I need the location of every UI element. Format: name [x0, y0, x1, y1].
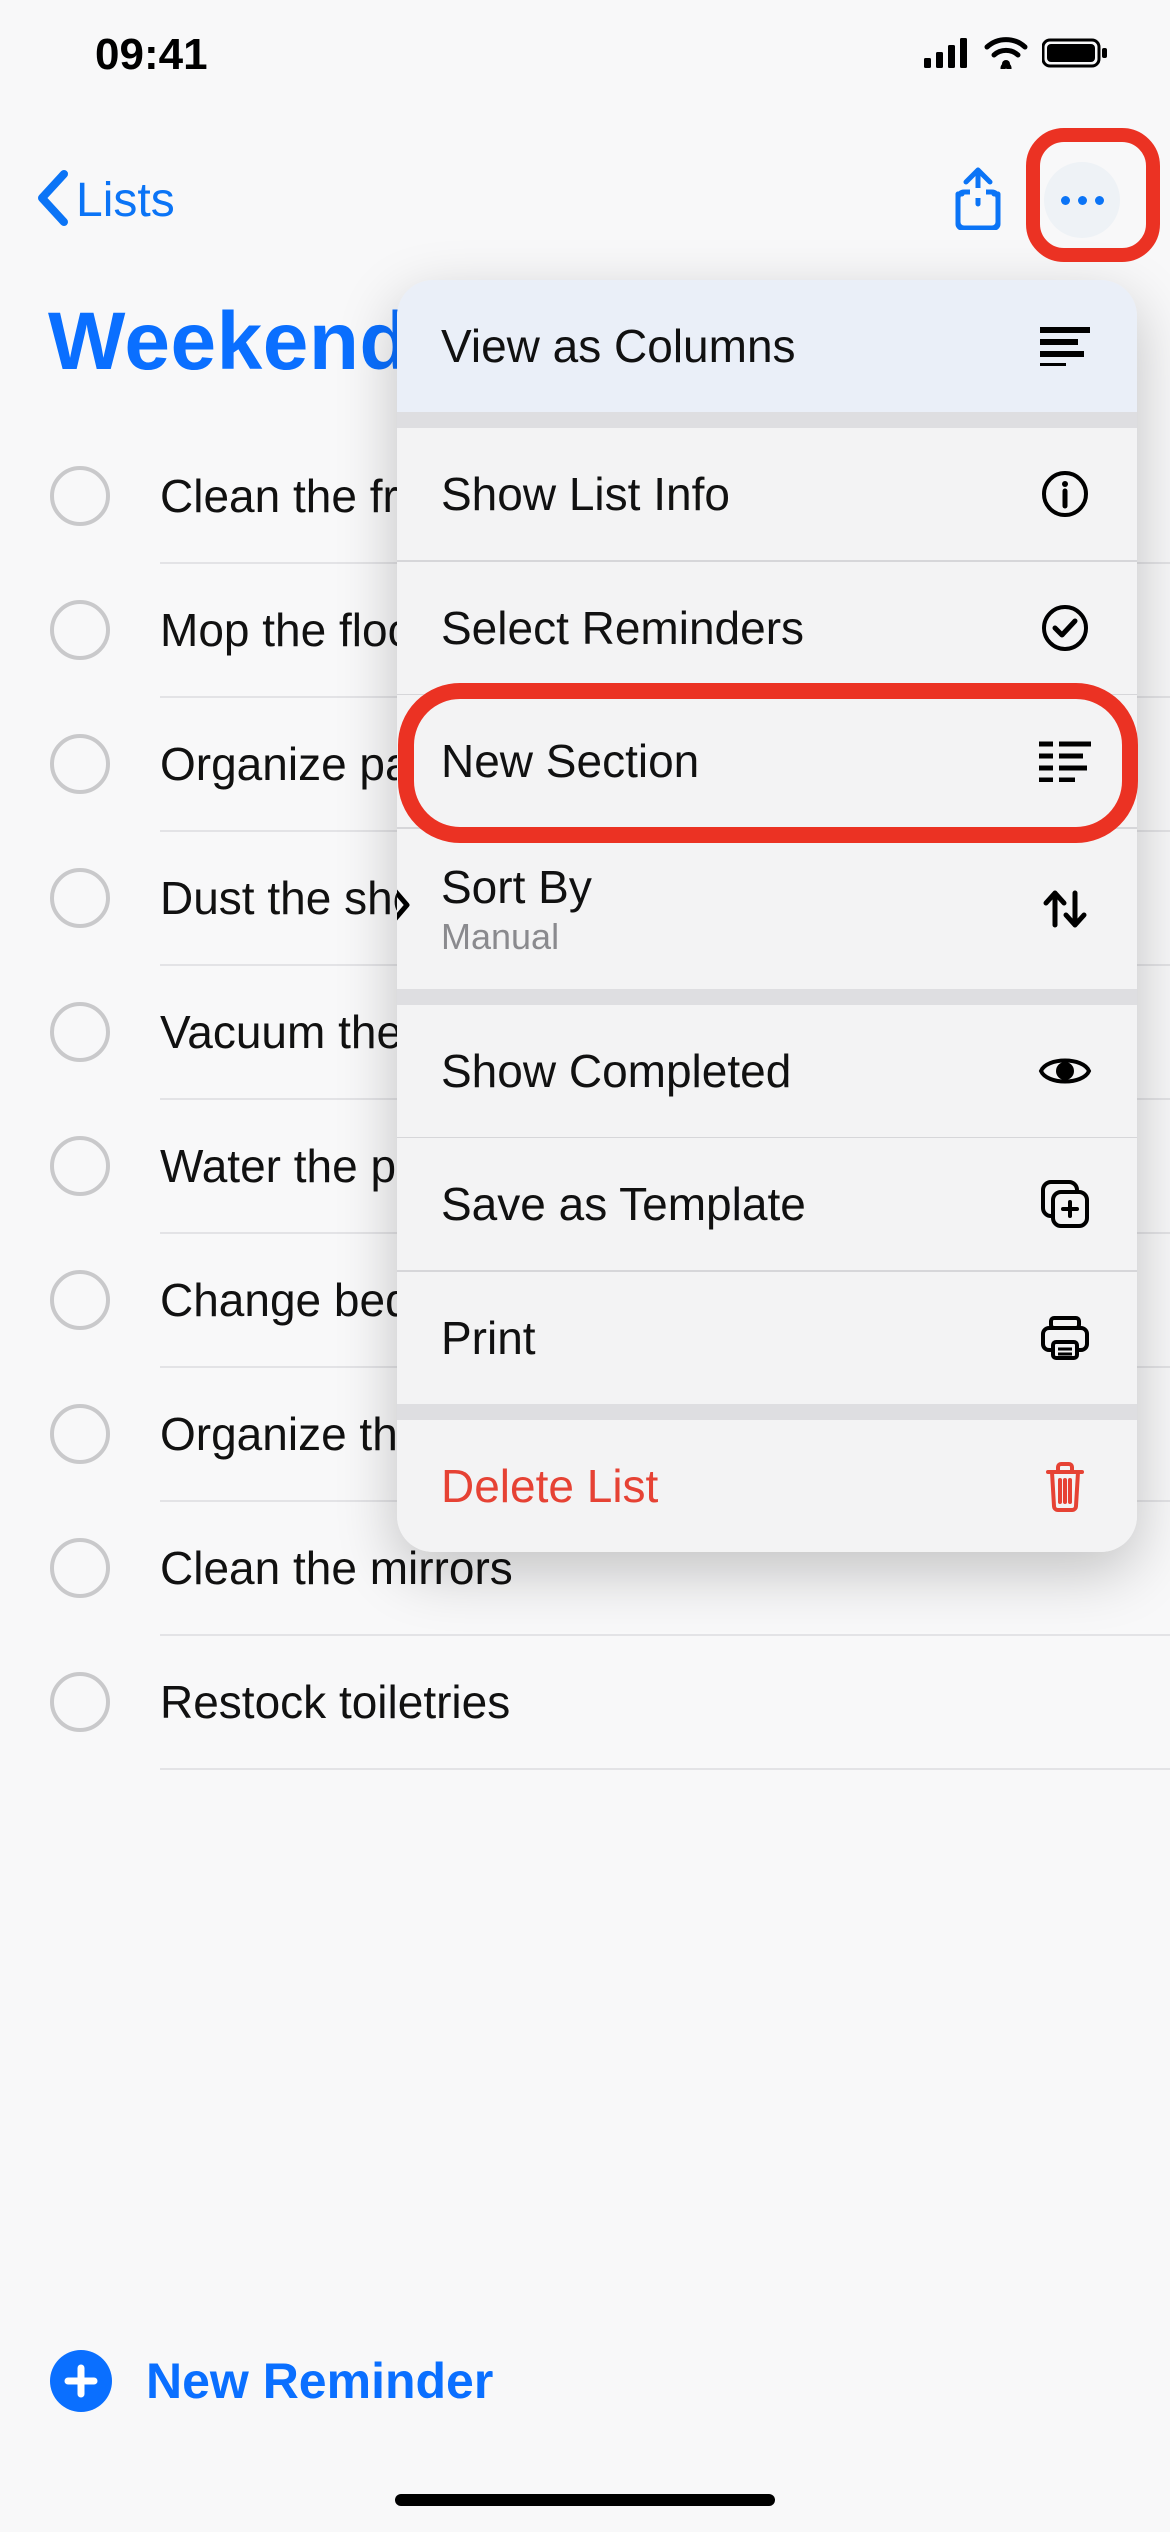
chevron-right-icon — [397, 882, 415, 936]
eye-icon — [1037, 1043, 1093, 1099]
menu-label: Sort By — [441, 860, 592, 914]
status-indicators — [924, 37, 1110, 74]
menu-label: Save as Template — [441, 1177, 806, 1231]
sort-arrows-icon — [1037, 881, 1093, 937]
nav-bar: Lists — [0, 150, 1170, 250]
reminder-text: Restock toiletries — [160, 1675, 510, 1729]
menu-save-template[interactable]: Save as Template — [397, 1138, 1137, 1270]
radio-empty-icon[interactable] — [50, 1002, 110, 1062]
more-button[interactable] — [1044, 162, 1120, 238]
menu-print[interactable]: Print — [397, 1272, 1137, 1404]
radio-empty-icon[interactable] — [50, 734, 110, 794]
section-icon — [1037, 733, 1093, 789]
cellular-icon — [924, 38, 970, 73]
radio-empty-icon[interactable] — [50, 600, 110, 660]
options-menu: View as Columns Show List Info Select Re… — [397, 280, 1137, 1552]
checkmark-circle-icon — [1037, 600, 1093, 656]
sort-value: Manual — [441, 916, 592, 958]
status-time: 09:41 — [95, 30, 208, 80]
template-plus-icon — [1037, 1176, 1093, 1232]
back-button[interactable]: Lists — [30, 168, 175, 233]
status-bar: 09:41 — [0, 0, 1170, 110]
radio-empty-icon[interactable] — [50, 1672, 110, 1732]
back-label: Lists — [76, 173, 175, 228]
trash-icon — [1037, 1458, 1093, 1514]
menu-delete-list[interactable]: Delete List — [397, 1420, 1137, 1552]
radio-empty-icon[interactable] — [50, 1270, 110, 1330]
menu-show-list-info[interactable]: Show List Info — [397, 428, 1137, 560]
printer-icon — [1037, 1310, 1093, 1366]
ellipsis-icon — [1057, 196, 1108, 205]
wifi-icon — [984, 37, 1028, 74]
menu-sort-by[interactable]: Sort By Manual — [397, 829, 1137, 989]
reminder-row[interactable]: Restock toiletries — [50, 1636, 1170, 1768]
info-icon — [1037, 466, 1093, 522]
radio-empty-icon[interactable] — [50, 466, 110, 526]
share-icon — [952, 217, 1004, 234]
home-indicator[interactable] — [395, 2494, 775, 2506]
columns-icon — [1037, 318, 1093, 374]
menu-label: Delete List — [441, 1459, 658, 1513]
radio-empty-icon[interactable] — [50, 1404, 110, 1464]
new-reminder-label: New Reminder — [146, 2352, 493, 2410]
menu-label: Print — [441, 1311, 536, 1365]
battery-icon — [1042, 37, 1110, 74]
menu-label: New Section — [441, 734, 699, 788]
menu-label: Show Completed — [441, 1044, 791, 1098]
menu-label: Select Reminders — [441, 601, 804, 655]
share-button[interactable] — [952, 166, 1004, 235]
chevron-left-icon — [30, 168, 78, 233]
menu-label: Show List Info — [441, 467, 730, 521]
menu-view-as-columns[interactable]: View as Columns — [397, 280, 1137, 412]
menu-new-section[interactable]: New Section — [397, 695, 1137, 827]
radio-empty-icon[interactable] — [50, 1538, 110, 1598]
menu-label: View as Columns — [441, 319, 796, 373]
plus-circle-icon — [50, 2350, 112, 2412]
menu-select-reminders[interactable]: Select Reminders — [397, 562, 1137, 694]
radio-empty-icon[interactable] — [50, 1136, 110, 1196]
menu-show-completed[interactable]: Show Completed — [397, 1005, 1137, 1137]
new-reminder-button[interactable]: New Reminder — [50, 2350, 493, 2412]
radio-empty-icon[interactable] — [50, 868, 110, 928]
